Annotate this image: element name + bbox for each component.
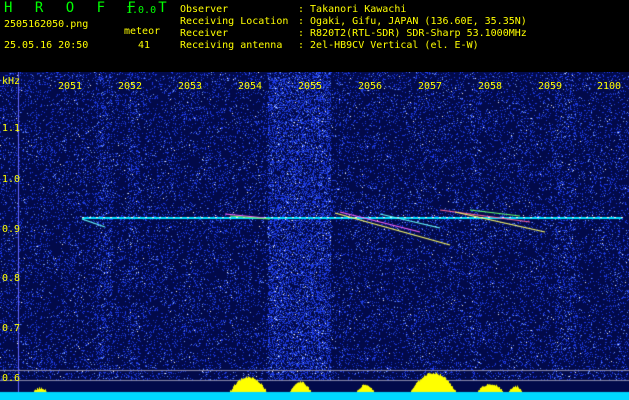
y-tick-label: 0.7 [2, 323, 21, 334]
x-tick-label: 2057 [417, 81, 443, 92]
y-axis-unit: kHz [2, 76, 21, 87]
app-version: 1.0.0 [126, 5, 157, 16]
y-tick-label: 1.0 [2, 174, 21, 185]
timestamp: 25.05.16 20:50 [4, 40, 89, 51]
x-tick-label: 2056 [357, 81, 383, 92]
y-tick-label: 1.1 [2, 123, 21, 134]
observer-label: Observer [180, 4, 229, 15]
spectrogram-image [0, 72, 629, 400]
y-tick-label: 0.8 [2, 273, 21, 284]
y-tick-label: 0.9 [2, 224, 21, 235]
header: H R O F F T 1.0.0 2505162050.png meteor … [0, 0, 629, 72]
meteor-count: 41 [138, 40, 151, 51]
antenna-label: Receiving antenna [180, 40, 283, 51]
x-tick-label: 2051 [57, 81, 83, 92]
location-value: : Ogaki, Gifu, JAPAN (136.60E, 35.35N) [298, 16, 527, 27]
x-tick-label: 2055 [297, 81, 323, 92]
x-tick-label: 2058 [477, 81, 503, 92]
x-tick-label: 2052 [117, 81, 143, 92]
x-tick-label: 2100 [596, 81, 622, 92]
antenna-value: : 2el-HB9CV Vertical (el. E-W) [298, 40, 479, 51]
x-tick-label: 2054 [237, 81, 263, 92]
y-tick-label: 0.6 [2, 373, 21, 384]
x-tick-label: 2053 [177, 81, 203, 92]
meteor-label: meteor [124, 26, 161, 37]
x-tick-label: 2059 [537, 81, 563, 92]
location-label: Receiving Location [180, 16, 289, 27]
observer-value: : Takanori Kawachi [298, 4, 407, 15]
receiver-label: Receiver [180, 28, 229, 39]
file-name: 2505162050.png [4, 19, 89, 30]
receiver-value: : R820T2(RTL-SDR) SDR-Sharp 53.1000MHz [298, 28, 527, 39]
